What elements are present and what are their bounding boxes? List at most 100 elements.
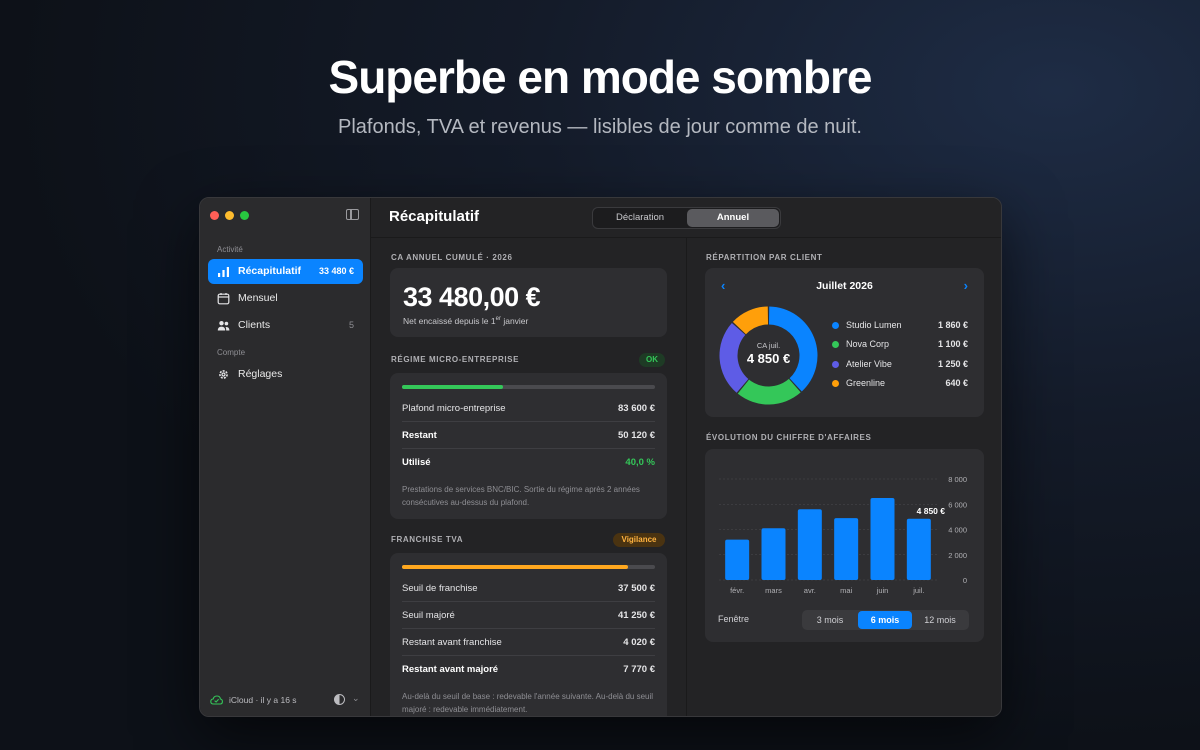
- y-tick-label: 2 000: [948, 551, 967, 560]
- x-tick-label: févr.: [730, 586, 744, 595]
- legend-value: 1 250 €: [937, 358, 968, 369]
- micro-card: Plafond micro-entreprise 83 600 € Restan…: [390, 373, 667, 519]
- legend-item: Greenline 640 €: [832, 377, 968, 391]
- sidebar-item-recapitulatif[interactable]: Récapitulatif 33 480 €: [208, 259, 363, 284]
- hero-title: Superbe en mode sombre: [328, 51, 873, 103]
- micro-row: Plafond micro-entreprise 83 600 €: [402, 395, 655, 422]
- tab-6-mois[interactable]: 6 mois: [858, 611, 912, 629]
- row-label: Plafond micro-entreprise: [402, 403, 506, 414]
- tva-progress-track: [402, 565, 655, 569]
- hero-subtitle: Plafonds, TVA et revenus — lisibles de j…: [338, 116, 862, 138]
- chevron-down-icon[interactable]: ⌄: [352, 693, 360, 704]
- sidebar-section-account: Compte: [217, 348, 246, 357]
- annual-card: 33 480,00 € Net encaissé depuis le 1er j…: [390, 268, 667, 337]
- row-value: 50 120 €: [618, 430, 655, 441]
- sidebar-item-clients[interactable]: Clients 5: [208, 313, 363, 338]
- legend-name: Atelier Vibe: [846, 358, 892, 369]
- cloud-check-icon: [210, 695, 223, 705]
- bar-data-label: 4 850 €: [917, 506, 946, 516]
- micro-row: Restant 50 120 €: [402, 422, 655, 449]
- row-value: 7 770 €: [623, 664, 655, 675]
- sync-status: iCloud · il y a 16 s ⌄: [210, 693, 362, 708]
- window-label: Fenêtre: [718, 614, 750, 624]
- sidebar-item-reglages[interactable]: Réglages: [208, 362, 363, 387]
- people-icon: [217, 321, 230, 331]
- repartition-card: ‹ Juillet 2026 › CA juil. 4 850 € Studio…: [705, 268, 984, 417]
- donut-center-label: CA juil.: [756, 341, 781, 350]
- sync-label: iCloud · il y a 16 s: [229, 695, 297, 705]
- sidebar-item-label: Réglages: [238, 368, 283, 380]
- x-tick-label: mars: [765, 586, 782, 595]
- sidebar-item-count: 33 480 €: [318, 266, 354, 276]
- revenue-bar: [906, 518, 931, 580]
- minimize-window-button[interactable]: [225, 211, 234, 220]
- zoom-window-button[interactable]: [240, 211, 249, 220]
- sidebar-item-mensuel[interactable]: Mensuel: [208, 286, 363, 311]
- tab-3-mois[interactable]: 3 mois: [803, 611, 857, 629]
- donut-slice-nova-corp: [737, 378, 801, 405]
- tab-12-mois[interactable]: 12 mois: [913, 611, 967, 629]
- tva-row: Restant avant franchise 4 020 €: [402, 629, 655, 656]
- segment-annuel[interactable]: Annuel: [687, 209, 779, 227]
- tva-progress-fill: [402, 565, 628, 569]
- revenue-bar-chart: 0 2 000 4 000 6 000 8 000 févr. mars avr. mai jui…: [719, 475, 967, 595]
- legend-name: Studio Lumen: [846, 320, 902, 330]
- legend-item: Atelier Vibe 1 250 €: [832, 358, 968, 372]
- tva-row: Seuil de franchise 37 500 €: [402, 575, 655, 602]
- row-value: 4 020 €: [623, 637, 655, 648]
- calendar-icon: [217, 293, 230, 305]
- sidebar-item-label: Clients: [238, 319, 271, 331]
- annual-subtitle: Net encaissé depuis le 1er janvier: [403, 316, 529, 326]
- tva-row: Restant avant majoré 7 770 €: [402, 656, 655, 683]
- row-label: Seuil majoré: [402, 610, 455, 621]
- month-label: Juillet 2026: [816, 280, 873, 292]
- revenue-bar: [725, 539, 750, 580]
- appearance-icon[interactable]: [334, 694, 345, 705]
- legend-value: 1 860 €: [937, 320, 968, 330]
- row-label: Utilisé: [402, 457, 431, 468]
- close-window-button[interactable]: [210, 211, 219, 220]
- row-label: Restant avant majoré: [402, 664, 499, 675]
- legend-name: Greenline: [846, 377, 886, 388]
- row-value: 83 600 €: [618, 403, 655, 414]
- legend-dot: [832, 379, 839, 387]
- sidebar-toggle-icon[interactable]: [346, 209, 359, 220]
- y-tick-label: 4 000: [948, 526, 967, 535]
- legend-dot: [832, 341, 839, 349]
- donut-center-value: 4 850 €: [746, 351, 791, 366]
- evolution-header: ÉVOLUTION DU CHIFFRE D'AFFAIRES: [706, 433, 872, 442]
- revenue-bar: [870, 497, 895, 580]
- micro-header: RÉGIME MICRO-ENTREPRISE: [391, 355, 520, 364]
- bar-chart-icon: [218, 267, 229, 277]
- x-tick-label: avr.: [804, 586, 816, 595]
- micro-progress-track: [402, 385, 655, 389]
- y-tick-label: 8 000: [948, 475, 967, 484]
- row-value: 41 250 €: [618, 610, 655, 621]
- legend-value: 1 100 €: [937, 339, 968, 350]
- tva-note: Au-delà du seuil de base : redevable l'a…: [402, 692, 654, 714]
- chevron-right-icon[interactable]: ›: [964, 278, 968, 293]
- tva-row: Seuil majoré 41 250 €: [402, 602, 655, 629]
- sidebar-item-label: Mensuel: [238, 292, 278, 304]
- row-label: Restant avant franchise: [402, 637, 502, 648]
- y-tick-label: 6 000: [948, 500, 967, 509]
- left-column: CA ANNUEL CUMULÉ · 2026 33 480,00 € Net …: [371, 238, 686, 716]
- x-tick-label: mai: [840, 586, 852, 595]
- sidebar-item-count: 5: [348, 320, 354, 330]
- evolution-card: 0 2 000 4 000 6 000 8 000 févr. mars avr. mai jui…: [705, 449, 984, 642]
- legend-item: Studio Lumen 1 860 €: [832, 319, 968, 333]
- gear-icon: [219, 370, 228, 379]
- legend-item: Nova Corp 1 100 €: [832, 338, 968, 352]
- y-tick-label: 0: [963, 576, 967, 585]
- x-tick-label: juil.: [912, 586, 924, 595]
- micro-row: Utilisé 40,0 %: [402, 449, 655, 476]
- window-tabs: 3 mois 6 mois 12 mois: [802, 610, 969, 630]
- row-value: 37 500 €: [618, 583, 655, 594]
- sidebar-section-activity: Activité: [217, 245, 243, 254]
- page-title: Récapitulatif: [389, 208, 480, 225]
- annual-amount: 33 480,00 €: [403, 282, 541, 312]
- tva-card: Seuil de franchise 37 500 € Seuil majoré…: [390, 553, 667, 716]
- tva-header: FRANCHISE TVA: [391, 535, 464, 544]
- annual-header: CA ANNUEL CUMULÉ · 2026: [391, 253, 513, 262]
- segment-declaration[interactable]: Déclaration: [594, 209, 686, 227]
